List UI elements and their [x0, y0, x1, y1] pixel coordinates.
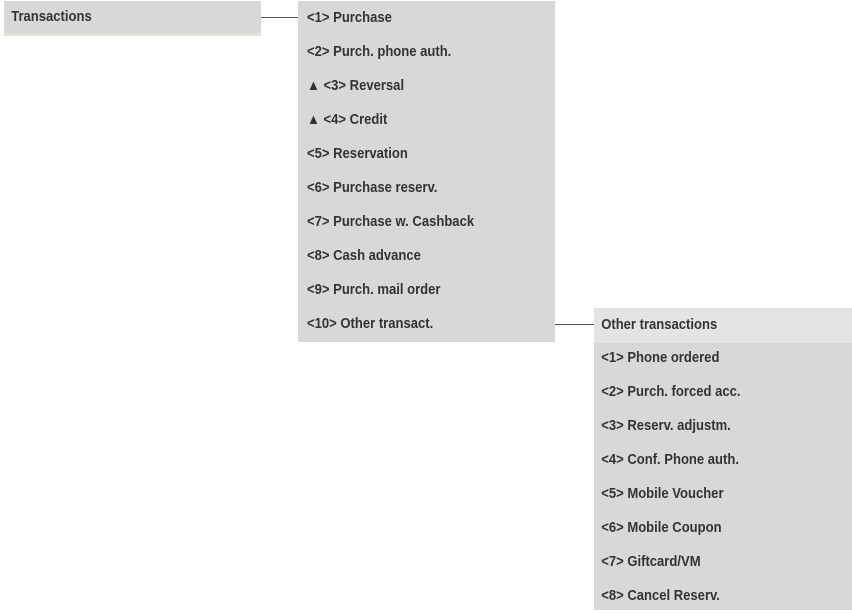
menu-item-label: <10> Other transact. [307, 316, 434, 332]
menu-item-cash-advance[interactable]: <8> Cash advance [298, 239, 529, 273]
menu-item-giftcard-vm[interactable]: <7> Giftcard/VM [594, 545, 826, 579]
menu-item-mobile-voucher[interactable]: <5> Mobile Voucher [594, 477, 826, 511]
triangle-up-icon: ▲ [307, 112, 320, 128]
menu-item-purch-mail-order[interactable]: <9> Purch. mail order [298, 273, 529, 307]
menu-item-reserv-adjustm[interactable]: <3> Reserv. adjustm. [594, 409, 826, 443]
menu-item-label: <5> Reservation [307, 146, 408, 162]
menu-item-purchase-reserv[interactable]: <6> Purchase reserv. [298, 171, 529, 205]
menu-item-reversal[interactable]: ▲ <3> Reversal [298, 69, 529, 103]
transactions-menu: <1> Purchase <2> Purch. phone auth. ▲ <3>… [298, 1, 555, 342]
connector-other-to-submenu [555, 324, 594, 325]
menu-item-label: <8> Cash advance [307, 248, 421, 264]
menu-item-purchase-cashback[interactable]: <7> Purchase w. Cashback [298, 205, 529, 239]
menu-item-credit[interactable]: ▲ <4> Credit [298, 103, 529, 137]
connector-root-to-transactions [261, 17, 298, 18]
menu-item-label: <4> Credit [323, 112, 388, 128]
menu-item-label: <2> Purch. phone auth. [307, 44, 452, 60]
menu-item-mobile-coupon[interactable]: <6> Mobile Coupon [594, 511, 826, 545]
menu-item-label: <9> Purch. mail order [307, 282, 441, 298]
triangle-up-icon: ▲ [307, 78, 320, 94]
menu-item-transactions[interactable]: Transactions [4, 1, 235, 33]
other-transactions-title: Other transactions [601, 317, 718, 333]
menu-item-reservation[interactable]: <5> Reservation [298, 137, 529, 171]
menu-item-label: <1> Purchase [307, 10, 392, 26]
other-transactions-menu: Other transactions <1> Phone ordered <2>… [594, 308, 852, 610]
menu-item-phone-ordered[interactable]: <1> Phone ordered [594, 341, 826, 375]
root-menu-underline [4, 33, 261, 36]
menu-item-purchase[interactable]: <1> Purchase [298, 1, 529, 35]
menu-item-conf-phone-auth[interactable]: <4> Conf. Phone auth. [594, 443, 826, 477]
menu-item-label: <6> Purchase reserv. [307, 180, 438, 196]
menu-item-purch-phone-auth[interactable]: <2> Purch. phone auth. [298, 35, 529, 69]
menu-item-label: <7> Purchase w. Cashback [307, 214, 475, 230]
menu-item-label: <3> Reversal [323, 78, 405, 94]
menu-item-purch-forced-acc[interactable]: <2> Purch. forced acc. [594, 375, 826, 409]
root-menu-box: Transactions [4, 1, 261, 36]
menu-item-cancel-reserv[interactable]: <8> Cancel Reserv. [594, 579, 826, 613]
menu-item-other-transact[interactable]: <10> Other transact. [298, 307, 529, 341]
